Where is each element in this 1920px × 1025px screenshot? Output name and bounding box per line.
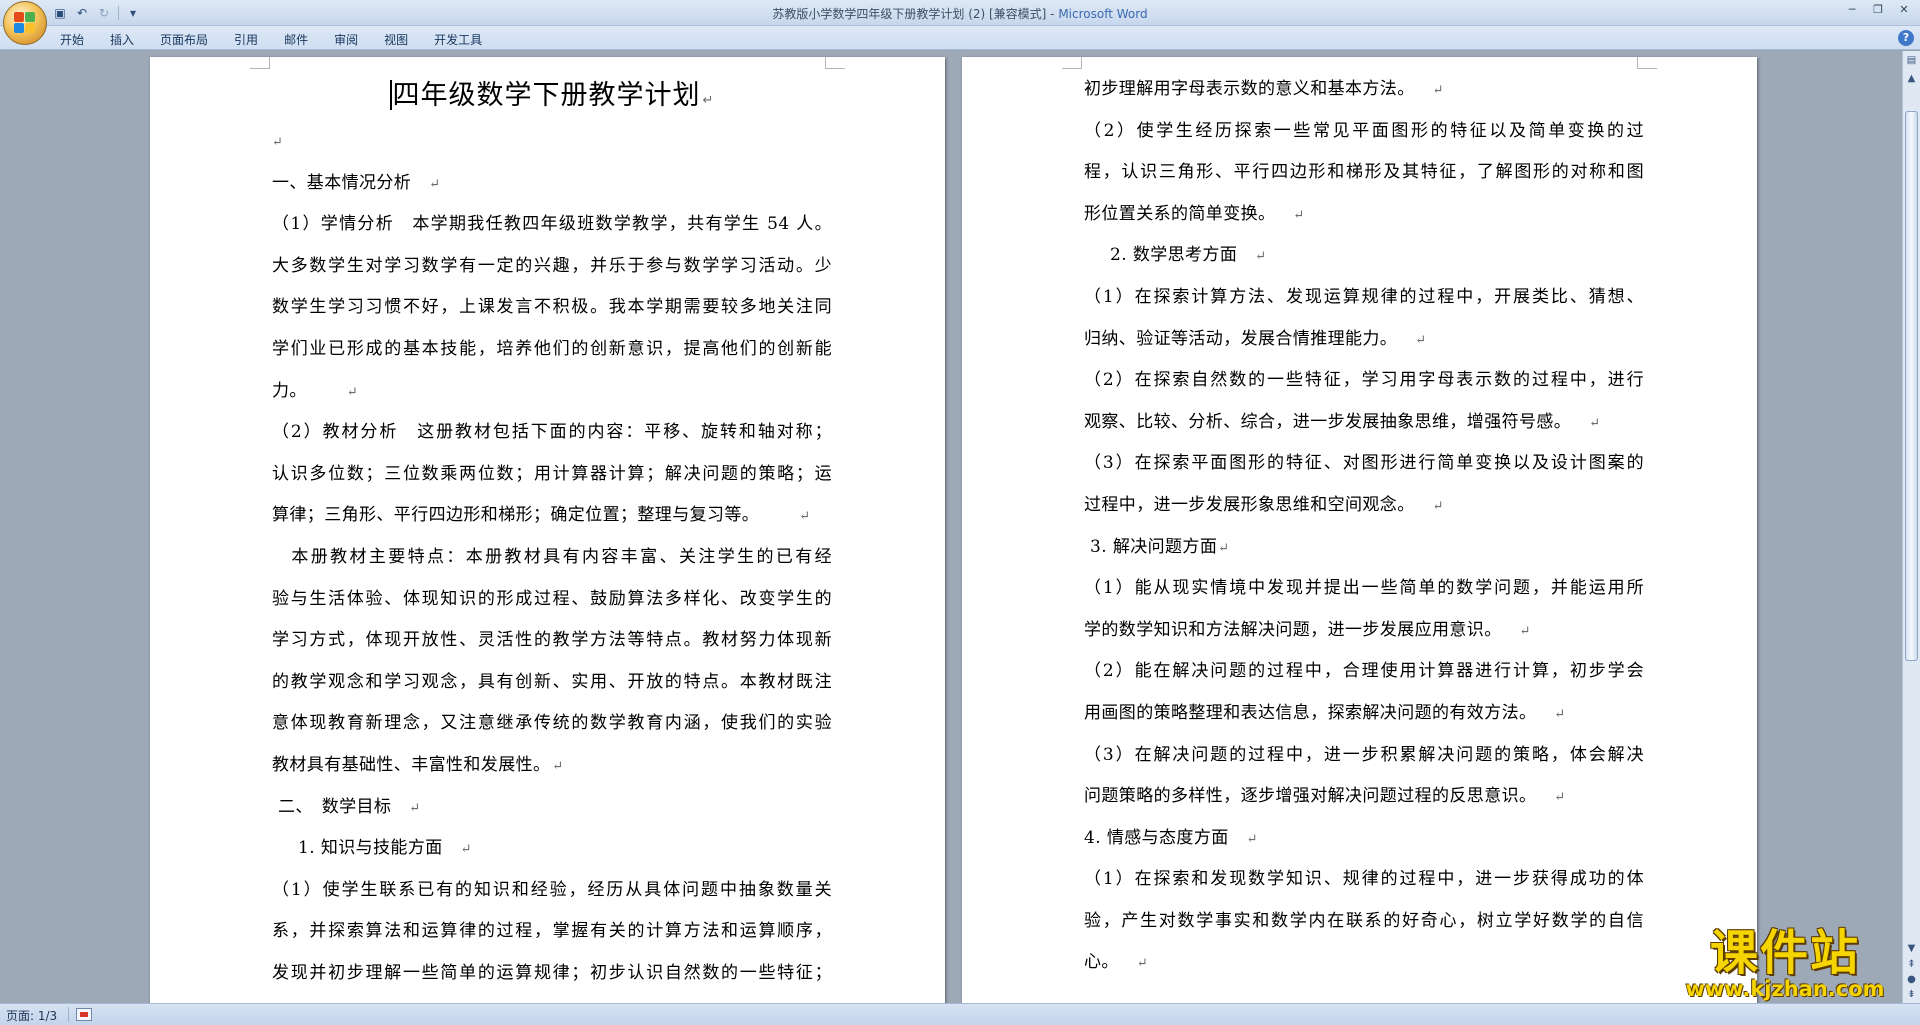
crop-mark <box>825 57 845 69</box>
next-page-icon[interactable]: ⇟ <box>1904 987 1919 1003</box>
tab-mailings[interactable]: 邮件 <box>272 29 320 50</box>
paragraph-line: 过程中，进一步发展形象思维和空间观念。 ↵ <box>1084 494 1444 515</box>
watermark-name: 课件站 <box>1709 925 1860 981</box>
restore-icon[interactable]: ❐ <box>1866 2 1890 18</box>
previous-page-icon[interactable]: ⇞ <box>1904 957 1919 973</box>
window-title-app: Microsoft Word <box>1058 7 1148 21</box>
status-separator <box>68 1007 69 1022</box>
paragraph-line: 大多数学生对学习数学有一定的兴趣，并乐于参与数学学习活动。少 <box>272 255 832 276</box>
tab-page-layout[interactable]: 页面布局 <box>148 29 220 50</box>
subsection-heading: 2. 数学思考方面 ↵ <box>1110 245 1267 266</box>
paragraph-line: （2）能在解决问题的过程中，合理使用计算器进行计算，初步学会 <box>1084 661 1644 682</box>
paragraph-line: （2）在探索自然数的一些特征，学习用字母表示数的过程中，进行 <box>1084 370 1644 391</box>
paragraph-line: 程，认识三角形、平行四边形和梯形及其特征，了解图形的对称和图 <box>1084 162 1644 183</box>
paragraph-line: （1）在探索和发现数学知识、规律的过程中，进一步获得成功的体 <box>1084 869 1644 890</box>
macro-record-icon[interactable] <box>76 1008 92 1021</box>
select-browse-object-icon[interactable]: ● <box>1904 972 1919 988</box>
paragraph-line: 观察、比较、分析、综合，进一步发展抽象思维，增强符号感。 ↵ <box>1084 411 1601 432</box>
subsection-heading: 3. 解决问题方面↵ <box>1090 536 1230 557</box>
watermark-url: www.kjzhan.com <box>1685 977 1885 1001</box>
scroll-up-icon[interactable]: ▲ <box>1904 71 1919 87</box>
paragraph-line: 形位置关系的简单变换。 ↵ <box>1084 203 1305 224</box>
page-1-content[interactable]: 四年级数学下册教学计划 ↵ ↵ 一、基本情况分析 ↵ （1）学情分析 本学期我任教四… <box>272 71 832 994</box>
document-workspace[interactable]: 四年级数学下册教学计划 ↵ ↵ 一、基本情况分析 ↵ （1）学情分析 本学期我任教四… <box>0 51 1902 1003</box>
tab-review[interactable]: 审阅 <box>322 29 370 50</box>
tab-home[interactable]: 开始 <box>48 29 96 50</box>
paragraph-line: 验，产生对数学事实和数学内在联系的好奇心，树立学好数学的自信 <box>1084 910 1644 931</box>
status-bar: 页面: 1/3 <box>0 1003 1920 1025</box>
paragraph-line: 意体现教育新理念，又注意继承传统的数学教育内涵，使我们的实验 <box>272 713 832 734</box>
text-cursor <box>389 80 392 110</box>
paragraph-line: 力。 ↵ <box>272 380 359 401</box>
paragraph-line: （1）在探索计算方法、发现运算规律的过程中，开展类比、猜想、 <box>1084 286 1644 307</box>
office-button[interactable] <box>3 1 47 45</box>
paragraph-line: 验与生活体验、体现知识的形成过程、鼓励算法多样化、改变学生的 <box>272 588 832 609</box>
tab-insert[interactable]: 插入 <box>98 29 146 50</box>
paragraph-line: 教材具有基础性、丰富性和发展性。 ↵ <box>272 754 564 775</box>
paragraph-line: （2）教材分析 这册教材包括下面的内容：平移、旋转和轴对称； <box>272 422 832 443</box>
scroll-down-icon[interactable]: ▼ <box>1904 941 1919 957</box>
tab-view[interactable]: 视图 <box>372 29 420 50</box>
help-icon[interactable]: ? <box>1898 30 1914 46</box>
paragraph-line: 学们业已形成的基本技能，培养他们的创新意识，提高他们的创新能 <box>272 338 832 359</box>
subsection-heading: 4. 情感与态度方面 ↵ <box>1084 827 1258 848</box>
paragraph-line: 学习方式，体现开放性、灵活性的教学方法等特点。教材努力体现新 <box>272 630 832 651</box>
window-title: 苏教版小学数学四年级下册教学计划 (2) [兼容模式] - Microsoft … <box>0 5 1920 22</box>
section-heading: 二、 数学目标 ↵ <box>278 796 421 817</box>
crop-mark <box>1062 57 1082 69</box>
paragraph-line: （1）使学生联系已有的知识和经验，经历从具体问题中抽象数量关 <box>272 879 832 900</box>
tab-references[interactable]: 引用 <box>222 29 270 50</box>
paragraph-line: 初步理解用字母表示数的意义和基本方法。 ↵ <box>1084 79 1444 99</box>
paragraph-line: 问题策略的多样性，逐步增强对解决问题过程的反思意识。 ↵ <box>1084 786 1566 807</box>
paragraph-line: 数学生学习习惯不好，上课发言不积极。我本学期需要较多地关注同 <box>272 297 832 318</box>
paragraph-line: 本册教材主要特点：本册教材具有内容丰富、关注学生的已有经 <box>272 546 832 567</box>
office-logo-icon <box>13 11 37 35</box>
paragraph-line: 心。 ↵ <box>1084 952 1149 973</box>
paragraph-line: （1）能从现实情境中发现并提出一些简单的数学问题，并能运用所 <box>1084 578 1644 599</box>
paragraph-line: 认识多位数；三位数乘两位数；用计算器计算；解决问题的策略；运 <box>272 463 832 484</box>
vertical-scrollbar[interactable]: ▤ ▲ ▼ ⇞ ● ⇟ <box>1902 51 1920 1003</box>
paragraph-line: 的教学观念和学习观念，具有创新、实用、开放的特点。本教材既注 <box>272 671 832 692</box>
paragraph-line: 发现并初步理解一些简单的运算规律；初步认识自然数的一些特征； <box>272 962 832 983</box>
document-page-2[interactable]: 初步理解用字母表示数的意义和基本方法。 ↵ （2）使学生经历探索一些常见平面图形的… <box>962 57 1757 1003</box>
paragraph-line: 用画图的策略整理和表达信息，探索解决问题的有效方法。 ↵ <box>1084 702 1566 723</box>
paragraph-line: 算律；三角形、平行四边形和梯形；确定位置；整理与复习等。 ↵ <box>272 505 811 526</box>
ribbon-tabs: 开始 插入 页面布局 引用 邮件 审阅 视图 开发工具 <box>48 29 496 50</box>
kjzhan-watermark-logo: 课件站 www.kjzhan.com <box>1670 928 1900 1002</box>
paragraph-line: 系，并探索算法和运算律的过程，掌握有关的计算方法和运算顺序， <box>272 921 832 942</box>
crop-mark <box>1637 57 1657 69</box>
document-title-line: 四年级数学下册教学计划 ↵ <box>272 71 832 121</box>
page-2-content[interactable]: 初步理解用字母表示数的意义和基本方法。 ↵ （2）使学生经历探索一些常见平面图形的… <box>1084 69 1644 984</box>
document-page-1[interactable]: 四年级数学下册教学计划 ↵ ↵ 一、基本情况分析 ↵ （1）学情分析 本学期我任教四… <box>150 57 945 1003</box>
section-heading: 一、基本情况分析 ↵ <box>272 172 441 193</box>
page-count-status[interactable]: 页面: 1/3 <box>6 1007 57 1024</box>
minimize-icon[interactable]: ─ <box>1840 2 1864 18</box>
paragraph-line: （3）在解决问题的过程中，进一步积累解决问题的策略，体会解决 <box>1084 744 1644 765</box>
close-icon[interactable]: ✕ <box>1892 2 1916 18</box>
tab-developer[interactable]: 开发工具 <box>422 29 494 50</box>
ribbon: 开始 插入 页面布局 引用 邮件 审阅 视图 开发工具 ? <box>0 26 1920 50</box>
window-controls: ─ ❐ ✕ <box>1840 2 1916 18</box>
paragraph-line: （2）使学生经历探索一些常见平面图形的特征以及简单变换的过 <box>1084 120 1644 141</box>
ruler-toggle-icon[interactable]: ▤ <box>1904 53 1919 69</box>
scrollbar-thumb[interactable] <box>1905 111 1918 661</box>
paragraph-line: （1）学情分析 本学期我任教四年级班数学教学，共有学生 54 人。 <box>272 214 832 235</box>
window-title-doc: 苏教版小学数学四年级下册教学计划 (2) [兼容模式] - <box>772 7 1059 21</box>
document-title: 四年级数学下册教学计划 <box>392 80 701 111</box>
crop-mark <box>250 57 270 69</box>
title-bar: ▣ ↶ ↻ ▾ 苏教版小学数学四年级下册教学计划 (2) [兼容模式] - Mi… <box>0 0 1920 26</box>
subsection-heading: 1. 知识与技能方面 ↵ <box>298 838 472 859</box>
paragraph-line: 归纳、验证等活动，发展合情推理能力。 ↵ <box>1084 328 1427 349</box>
paragraph-line: （3）在探索平面图形的特征、对图形进行简单变换以及设计图案的 <box>1084 453 1644 474</box>
paragraph-line: ↵ <box>272 135 284 150</box>
paragraph-line: 学的数学知识和方法解决问题，进一步发展应用意识。 ↵ <box>1084 619 1531 640</box>
